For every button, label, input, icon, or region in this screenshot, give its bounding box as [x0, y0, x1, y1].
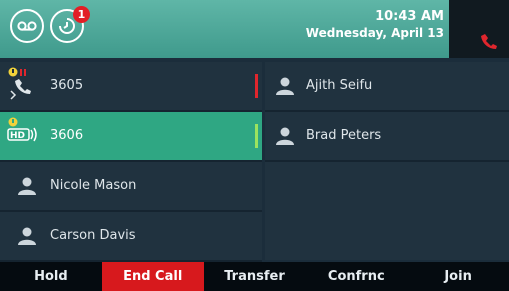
- end-call-button[interactable]: End Call: [101, 262, 204, 291]
- clock-time: 10:43 AM: [375, 9, 444, 24]
- hd-audio-icon: HD: [7, 117, 37, 142]
- missed-calls-badge: 1: [73, 6, 90, 23]
- contact-name: Ajith Seifu: [306, 78, 373, 93]
- line-label: 3605: [50, 78, 84, 93]
- hang-up-status-icon: [481, 34, 497, 49]
- line-key-3605[interactable]: 3605: [0, 62, 262, 112]
- contact-name: Carson Davis: [50, 228, 136, 243]
- contact-name: Nicole Mason: [50, 178, 137, 193]
- conference-button[interactable]: Confrnc: [305, 262, 407, 291]
- phone-held-icon: [8, 67, 31, 100]
- voicemail-button[interactable]: [10, 9, 44, 43]
- contact-nicole-mason[interactable]: Nicole Mason: [0, 162, 262, 212]
- active-indicator: [255, 124, 258, 148]
- left-column: 3605 HD 3606 Nicole Mason Carson Davis: [0, 62, 262, 262]
- clock-date: Wednesday, April 13: [305, 26, 444, 40]
- line-key-3606[interactable]: HD 3606: [0, 112, 262, 162]
- hold-button[interactable]: Hold: [0, 262, 102, 291]
- right-column: Ajith Seifu Brad Peters: [265, 62, 509, 262]
- person-icon: [276, 127, 294, 145]
- hd-badge-text: HD: [10, 131, 25, 141]
- line-grid: 3605 HD 3606 Nicole Mason Carson Davis A…: [0, 62, 509, 262]
- contact-carson-davis[interactable]: Carson Davis: [0, 212, 262, 262]
- softkey-bar: Hold End Call Transfer Confrnc Join: [0, 262, 509, 291]
- held-indicator: [255, 74, 258, 98]
- status-header: 1 10:43 AM Wednesday, April 13: [0, 0, 509, 58]
- line-label: 3606: [50, 128, 84, 143]
- status-corner: [449, 0, 509, 58]
- empty-line-area: [265, 162, 509, 260]
- contact-name: Brad Peters: [306, 128, 382, 143]
- contact-ajith-seifu[interactable]: Ajith Seifu: [265, 62, 509, 112]
- contact-brad-peters[interactable]: Brad Peters: [265, 112, 509, 162]
- join-button[interactable]: Join: [407, 262, 509, 291]
- voicemail-icon: [17, 21, 37, 31]
- transfer-button[interactable]: Transfer: [204, 262, 306, 291]
- person-icon: [18, 227, 36, 245]
- clock: 10:43 AM Wednesday, April 13: [306, 8, 444, 42]
- person-icon: [276, 77, 294, 95]
- person-icon: [18, 177, 36, 195]
